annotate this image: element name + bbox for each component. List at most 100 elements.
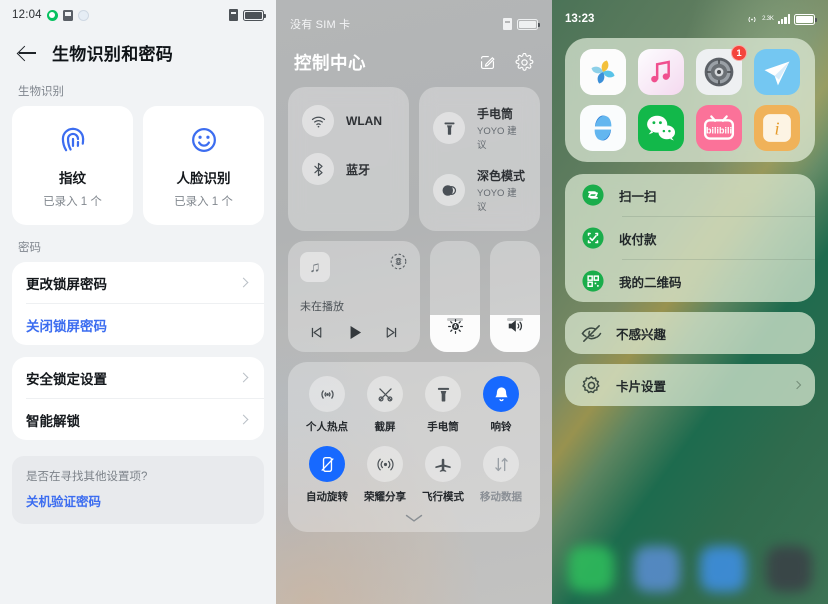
cast-icon[interactable] xyxy=(389,252,408,271)
bell-icon xyxy=(483,376,519,412)
gallery-app-icon[interactable] xyxy=(580,49,626,95)
bilibili-app-icon[interactable]: bilibili xyxy=(696,105,742,151)
svg-text:i: i xyxy=(774,119,779,139)
battery-icon xyxy=(794,13,818,25)
biometric-card-subtitle: 已录入 1 个 xyxy=(174,196,233,208)
toggle-honor-share[interactable]: 荣耀分享 xyxy=(356,446,414,504)
toggle-personal-hotspot[interactable]: 个人热点 xyxy=(298,376,356,434)
shortcut-my-qr-code[interactable]: 我的二维码 xyxy=(565,260,815,302)
player-status-text: 未在播放 xyxy=(300,301,344,313)
toggle-mobile-data[interactable]: 移动数据 xyxy=(472,446,530,504)
notes-app-icon[interactable]: i xyxy=(754,105,800,151)
toggle-bluetooth[interactable]: 蓝牙 xyxy=(288,145,409,193)
shortcut-payment[interactable]: 收付款 xyxy=(565,217,815,259)
dock-app-1[interactable] xyxy=(568,546,614,592)
next-track-icon[interactable] xyxy=(383,324,400,341)
edit-icon[interactable] xyxy=(478,53,497,72)
section-label-password: 密码 xyxy=(18,242,41,254)
toggle-dark-mode[interactable]: 深色模式 YOYO 建议 xyxy=(419,159,540,221)
settings-app-icon[interactable]: 1 xyxy=(696,45,747,95)
settings-panel: 12:04 生物识别和密码 生物识别 指纹 已录入 1 个 人脸识别 已录入 1… xyxy=(0,0,276,604)
hotspot-icon xyxy=(748,16,756,22)
dock-app-3[interactable] xyxy=(700,546,746,592)
control-center-header: 控制中心 xyxy=(276,30,552,87)
toggle-airplane-mode[interactable]: 飞行模式 xyxy=(414,446,472,504)
toggle-flashlight[interactable]: 手电筒 YOYO 建议 xyxy=(419,97,540,159)
card-settings-label: 卡片设置 xyxy=(616,379,667,394)
page-title: 生物识别和密码 xyxy=(52,45,174,64)
toggle-text: WLAN xyxy=(346,114,382,128)
toggle-label: 自动旋转 xyxy=(306,491,348,503)
row-smart-unlock[interactable]: 智能解锁 xyxy=(12,399,264,440)
hint-link-shutdown-password[interactable]: 关机验证密码 xyxy=(26,491,250,510)
row-label: 关闭锁屏密码 xyxy=(26,318,107,334)
settings-status-bar: 12:04 xyxy=(0,0,276,30)
media-and-sliders: ♫ 未在播放 A xyxy=(276,231,552,352)
status-bar-right xyxy=(229,9,267,21)
previous-track-icon[interactable] xyxy=(308,324,325,341)
shortcut-scan[interactable]: 扫一扫 xyxy=(565,174,815,216)
shortcut-label: 收付款 xyxy=(619,232,657,247)
row-change-lock-password[interactable]: 更改锁屏密码 xyxy=(12,262,264,303)
row-security-lock-settings[interactable]: 安全锁定设置 xyxy=(12,357,264,398)
media-player-card[interactable]: ♫ 未在播放 xyxy=(288,241,420,352)
notification-icon xyxy=(62,9,73,21)
toggle-screenshot[interactable]: 截屏 xyxy=(356,376,414,434)
shortcut-menu-card: 扫一扫 收付款 我的二维码 xyxy=(565,174,815,302)
sim-card-icon xyxy=(229,9,238,21)
dock-app-2[interactable] xyxy=(634,546,680,592)
biometric-card-fingerprint[interactable]: 指纹 已录入 1 个 xyxy=(12,106,133,225)
toggle-flashlight-grid[interactable]: 手电筒 xyxy=(414,376,472,434)
settings-gear-icon[interactable] xyxy=(515,53,534,72)
messaging-app-icon[interactable] xyxy=(754,49,800,95)
lock-list-card: 安全锁定设置 智能解锁 xyxy=(12,357,264,440)
dock-app-4[interactable] xyxy=(766,546,812,592)
app-folder[interactable]: 1 bilibili i xyxy=(565,38,815,162)
notification-badge: 1 xyxy=(731,45,747,61)
back-arrow-icon[interactable] xyxy=(16,42,38,64)
toggle-label: 荣耀分享 xyxy=(364,491,406,503)
toggle-ringer[interactable]: 响铃 xyxy=(472,376,530,434)
qr-code-icon xyxy=(582,270,604,292)
chevron-down-icon xyxy=(405,514,423,522)
not-interested-row[interactable]: 不感兴趣 xyxy=(565,312,815,354)
app-folder-grid: 1 bilibili i xyxy=(574,45,806,151)
status-bar-right: 2.3K xyxy=(746,13,818,25)
signal-bars-icon xyxy=(777,14,790,24)
status-bar-clock: 12:04 xyxy=(12,9,42,21)
toggle-auto-rotate[interactable]: 自动旋转 xyxy=(298,446,356,504)
biometric-card-title: 指纹 xyxy=(59,171,86,186)
row-disable-lock-password[interactable]: 关闭锁屏密码 xyxy=(12,304,264,345)
browser-app-icon[interactable] xyxy=(580,105,626,151)
not-interested-label: 不感兴趣 xyxy=(616,327,667,342)
play-icon[interactable] xyxy=(344,322,365,343)
row-label: 更改锁屏密码 xyxy=(26,276,107,292)
toggle-title: WLAN xyxy=(346,114,382,128)
toggle-wlan[interactable]: WLAN xyxy=(288,97,409,145)
biometric-card-subtitle: 已录入 1 个 xyxy=(43,196,102,208)
card-settings-card[interactable]: 卡片设置 xyxy=(565,364,815,406)
toggle-label: 移动数据 xyxy=(480,491,522,503)
music-app-icon[interactable] xyxy=(638,49,684,95)
sim-status-text: 没有 SIM 卡 xyxy=(290,19,351,31)
eye-off-icon xyxy=(581,324,602,342)
control-center-panel: 没有 SIM 卡 控制中心 WLAN 蓝牙 手电筒 YOYO 建议 深色模式 Y… xyxy=(276,0,552,604)
biometric-card-face[interactable]: 人脸识别 已录入 1 个 xyxy=(143,106,264,225)
toggle-text: 深色模式 YOYO 建议 xyxy=(477,167,526,213)
tile-network: WLAN 蓝牙 xyxy=(288,87,409,231)
status-bar-clock: 13:23 xyxy=(565,13,595,25)
quick-toggles-grid: 个人热点 截屏 手电筒 响铃 自动旋转 荣耀分享 飞行模式 移动数据 xyxy=(298,376,530,504)
network-speed-label: 2.3K xyxy=(762,16,774,22)
toggle-text: 蓝牙 xyxy=(346,161,370,178)
toggle-title: 手电筒 xyxy=(477,107,514,121)
not-interested-card[interactable]: 不感兴趣 xyxy=(565,312,815,354)
sim-card-icon xyxy=(503,18,512,30)
section-label-biometric: 生物识别 xyxy=(18,86,64,98)
wechat-app-icon[interactable] xyxy=(638,105,684,151)
card-settings-row[interactable]: 卡片设置 xyxy=(565,364,815,406)
payment-icon xyxy=(582,227,604,249)
volume-slider[interactable] xyxy=(490,241,540,352)
brightness-slider[interactable]: A xyxy=(430,241,480,352)
expand-handle[interactable] xyxy=(298,504,530,526)
rotate-lock-icon xyxy=(309,446,345,482)
